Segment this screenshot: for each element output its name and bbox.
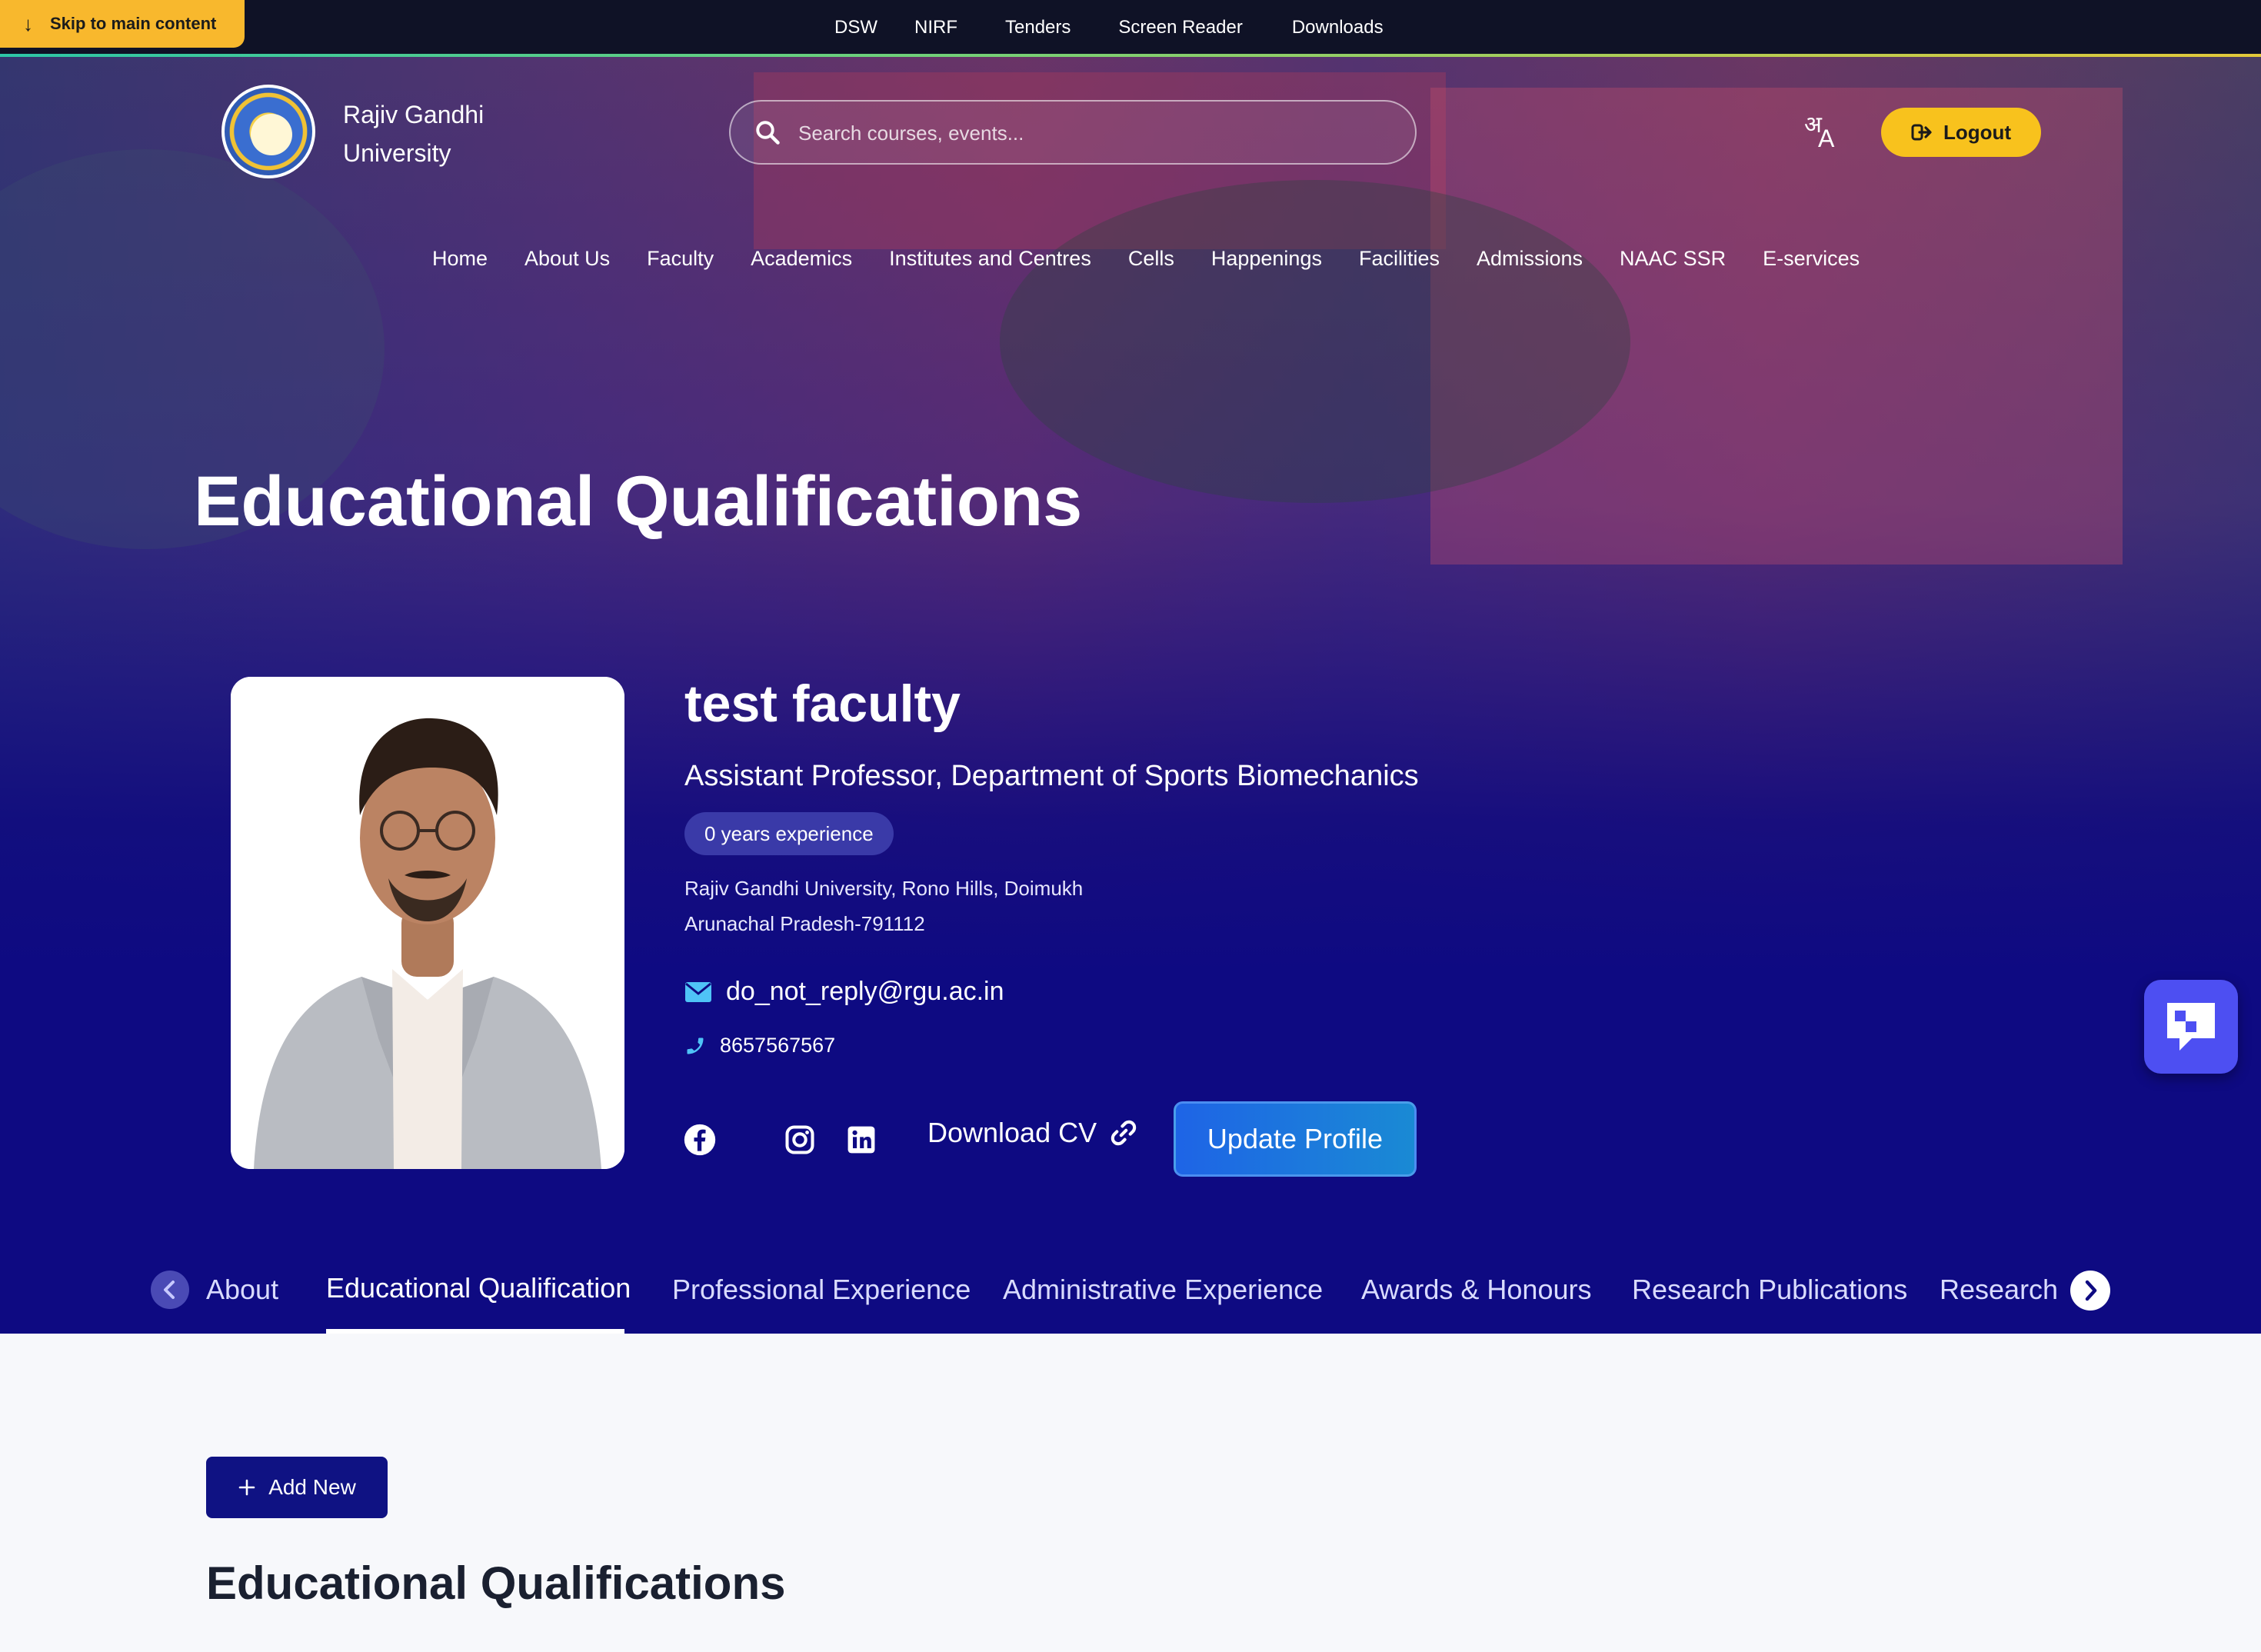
nav-cells[interactable]: Cells [1128, 247, 1174, 271]
chat-icon [2167, 1003, 2215, 1051]
faculty-designation: Assistant Professor, Department of Sport… [684, 760, 1419, 792]
nav-happenings[interactable]: Happenings [1211, 247, 1322, 271]
chat-widget-button[interactable] [2144, 980, 2238, 1074]
faculty-address: Rajiv Gandhi University, Rono Hills, Doi… [684, 871, 1083, 941]
faculty-email[interactable]: do_not_reply@rgu.ac.in [684, 977, 1004, 1007]
add-new-label: Add New [268, 1475, 356, 1499]
nav-home[interactable]: Home [432, 247, 488, 271]
page-title: Educational Qualifications [194, 462, 1083, 541]
tabs-next-button[interactable] [2070, 1271, 2110, 1311]
logo-emblem [251, 114, 292, 155]
search-input[interactable] [798, 115, 1383, 151]
instagram-icon[interactable] [783, 1123, 817, 1157]
tab-research-publications[interactable]: Research Publications [1632, 1274, 1907, 1306]
nav-academics[interactable]: Academics [751, 247, 852, 271]
language-english-glyph: A [1818, 125, 1835, 152]
download-cv-label: Download CV [927, 1117, 1097, 1148]
email-text: do_not_reply@rgu.ac.in [726, 977, 1004, 1006]
facebook-icon[interactable] [683, 1123, 717, 1157]
tab-research[interactable]: Research [1940, 1274, 2058, 1306]
sign-out-icon [1911, 124, 1932, 141]
phone-icon [687, 1037, 704, 1054]
nav-admissions[interactable]: Admissions [1477, 247, 1583, 271]
skip-to-main-link[interactable]: ↓ Skip to main content [0, 0, 245, 48]
utility-bar: ↓ Skip to main content DSW NIRF Tenders … [0, 0, 2261, 55]
nav-about-us[interactable]: About Us [524, 247, 610, 271]
phone-text: 8657567567 [720, 1034, 836, 1057]
logout-label: Logout [1943, 120, 2012, 144]
nav-e-services[interactable]: E-services [1763, 247, 1860, 271]
section-title: Educational Qualifications [206, 1557, 786, 1609]
university-name[interactable]: Rajiv Gandhi University [343, 95, 484, 172]
skip-link-label: Skip to main content [50, 14, 217, 33]
top-link-screen-reader[interactable]: Screen Reader [1118, 17, 1242, 38]
plus-icon [238, 1479, 255, 1496]
language-toggle[interactable]: अ A [1800, 108, 1843, 154]
link-icon [1111, 1120, 1137, 1146]
hero-banner: Rajiv Gandhi University अ A Logout Home … [0, 57, 2261, 1334]
profile-photo [231, 677, 624, 1169]
tab-about[interactable]: About [206, 1274, 278, 1306]
update-profile-button[interactable]: Update Profile [1174, 1101, 1417, 1177]
faculty-phone[interactable]: 8657567567 [684, 1034, 835, 1057]
university-logo[interactable] [221, 85, 315, 178]
chevron-right-icon [2085, 1280, 2097, 1301]
top-links: DSW NIRF Tenders Screen Reader Downloads [808, 0, 1384, 55]
logout-button[interactable]: Logout [1881, 108, 2041, 157]
linkedin-icon[interactable] [844, 1123, 878, 1157]
tab-awards-honours[interactable]: Awards & Honours [1361, 1274, 1591, 1306]
top-link-tenders[interactable]: Tenders [1005, 17, 1071, 38]
main-nav: Home About Us Faculty Academics Institut… [432, 240, 1860, 277]
nav-institutes[interactable]: Institutes and Centres [889, 247, 1091, 271]
top-link-dsw[interactable]: DSW [834, 17, 877, 38]
search-box [729, 100, 1417, 165]
tab-educational-qualification[interactable]: Educational Qualification [326, 1272, 631, 1304]
tab-professional-experience[interactable]: Professional Experience [672, 1274, 971, 1306]
arrow-down-icon: ↓ [23, 12, 33, 35]
brand-line-1: Rajiv Gandhi [343, 101, 484, 128]
add-new-button[interactable]: Add New [206, 1457, 388, 1518]
address-line-1: Rajiv Gandhi University, Rono Hills, Doi… [684, 877, 1084, 900]
search-icon[interactable] [754, 118, 781, 146]
tabs-prev-button[interactable] [151, 1271, 189, 1309]
nav-naac-ssr[interactable]: NAAC SSR [1620, 247, 1726, 271]
address-line-2: Arunachal Pradesh-791112 [684, 912, 925, 935]
chevron-left-icon [164, 1281, 175, 1299]
download-cv-link[interactable]: Download CV [927, 1117, 1138, 1149]
faculty-portrait [231, 677, 624, 1169]
nav-faculty[interactable]: Faculty [647, 247, 714, 271]
envelope-icon [685, 981, 711, 1002]
background-trees [1000, 180, 1630, 503]
nav-facilities[interactable]: Facilities [1359, 247, 1440, 271]
main-content: Add New Educational Qualifications [0, 1334, 2261, 1652]
experience-badge: 0 years experience [684, 812, 894, 855]
faculty-name: test faculty [684, 674, 961, 733]
profile-tabs: About Educational Qualification Professi… [0, 1240, 2261, 1334]
tab-administrative-experience[interactable]: Administrative Experience [1003, 1274, 1323, 1306]
top-link-nirf[interactable]: NIRF [914, 17, 957, 38]
brand-line-2: University [343, 139, 451, 167]
top-link-downloads[interactable]: Downloads [1292, 17, 1384, 38]
